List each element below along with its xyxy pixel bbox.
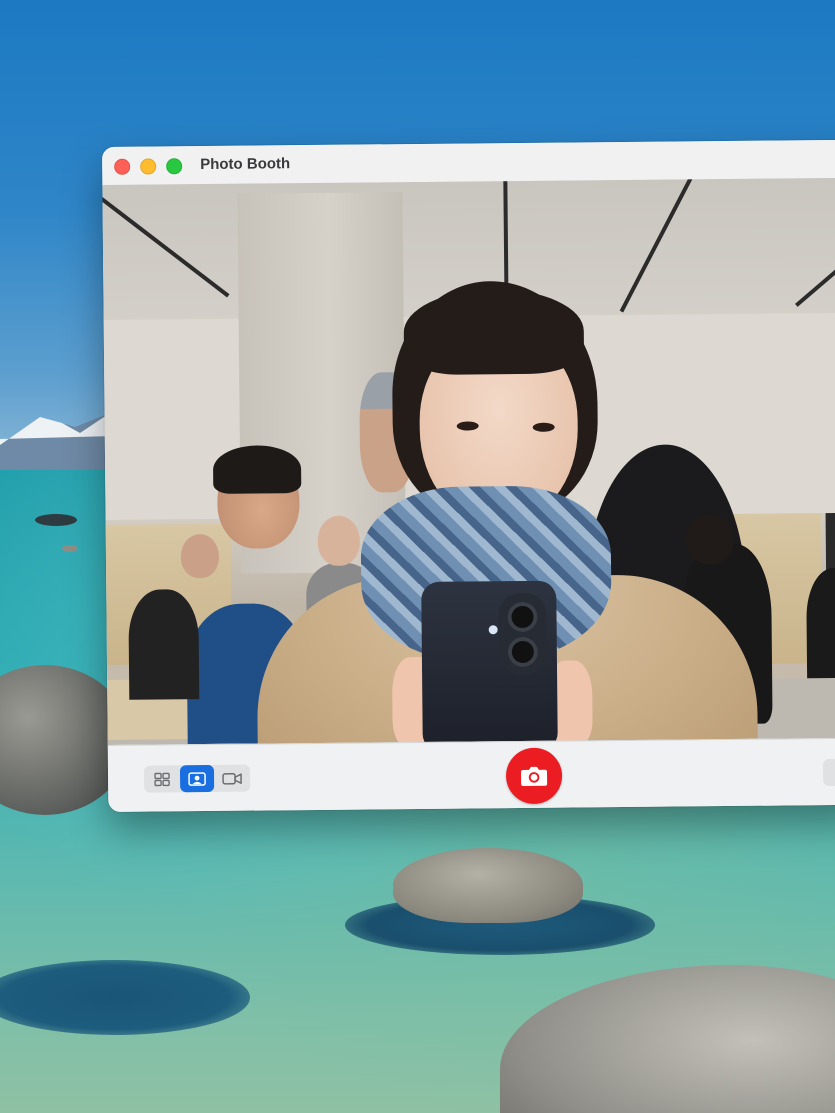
background-person-head	[180, 533, 220, 579]
phone-lens	[507, 601, 538, 633]
phone-flash	[488, 625, 498, 635]
close-button[interactable]	[114, 158, 131, 175]
background-person-head	[317, 515, 361, 566]
toolbar	[107, 737, 835, 812]
preview-shelf	[825, 512, 835, 574]
single-photo-mode-button[interactable]	[179, 764, 215, 793]
photo-booth-window: Photo Booth	[102, 139, 835, 812]
video-mode-button[interactable]	[215, 765, 249, 792]
grid-icon	[154, 772, 170, 786]
fullscreen-button[interactable]	[166, 158, 183, 175]
single-photo-icon	[188, 771, 206, 786]
background-person	[128, 589, 200, 700]
camera-icon	[521, 766, 548, 786]
wallpaper-rock	[62, 545, 78, 552]
four-up-mode-button[interactable]	[145, 765, 179, 792]
effects-button[interactable]	[822, 758, 835, 787]
camera-preview	[102, 177, 835, 745]
wallpaper-rock	[35, 514, 77, 526]
minimize-button[interactable]	[140, 158, 157, 175]
video-icon	[222, 772, 242, 785]
phone-lens	[507, 636, 539, 668]
background-person-hair	[212, 445, 302, 494]
window-title: Photo Booth	[200, 155, 291, 174]
subject-bangs	[403, 288, 585, 376]
desktop: Photo Booth	[0, 0, 835, 1113]
mode-selector	[143, 764, 251, 793]
background-person-head	[685, 513, 735, 565]
take-photo-button[interactable]	[505, 747, 563, 805]
wallpaper-rock	[393, 848, 583, 923]
